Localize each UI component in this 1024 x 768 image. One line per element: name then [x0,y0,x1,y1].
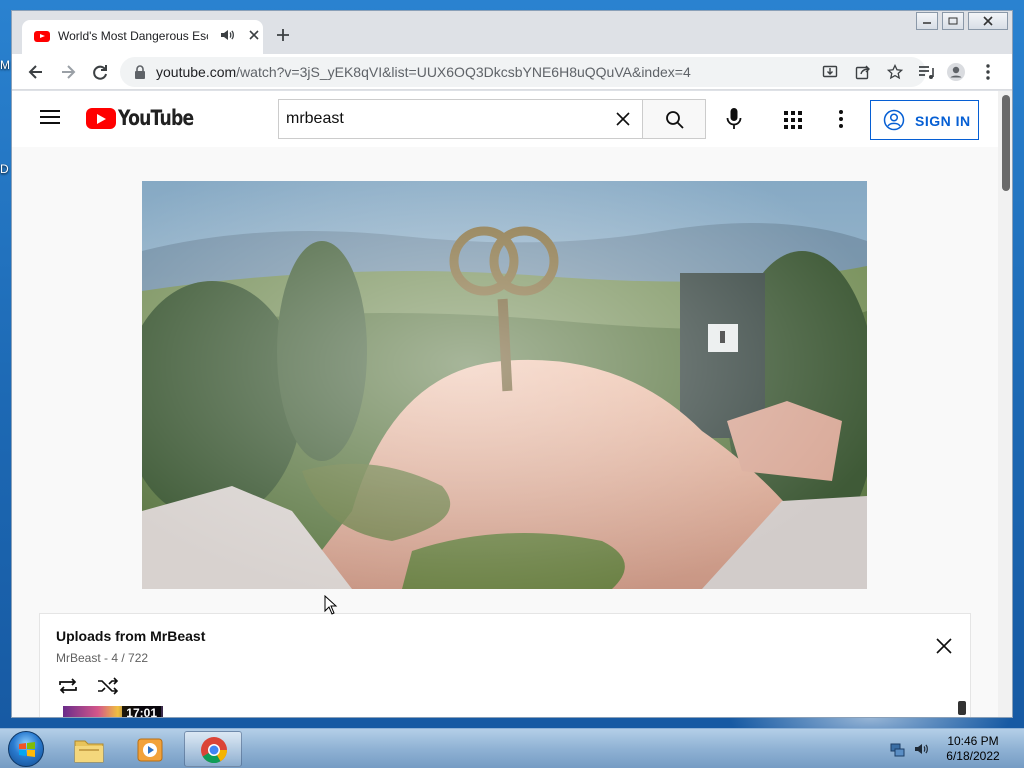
settings-kebab-icon[interactable] [838,109,844,129]
windows-logo-icon [19,742,35,757]
playlist-scrollbar[interactable] [958,701,966,715]
browser-tab[interactable]: World's Most Dangerous Esc [22,20,263,54]
search-icon [666,111,684,129]
desktop-icon-label[interactable]: D [0,162,9,176]
page-scrollbar-thumb[interactable] [1002,95,1010,191]
desktop-icon-label[interactable]: M [0,58,10,72]
taskbar-media-player-button[interactable] [121,731,179,767]
mouse-cursor-icon [324,595,338,615]
system-clock[interactable]: 10:46 PM 6/18/2022 [940,734,1006,764]
clock-date: 6/18/2022 [946,749,1000,763]
close-window-button[interactable] [968,12,1008,30]
star-icon[interactable] [887,64,903,80]
search-box [278,99,642,139]
clock-time: 10:46 PM [947,734,999,748]
install-icon[interactable] [822,64,838,80]
search-input[interactable] [279,100,599,138]
playlist-item-thumbnail[interactable]: 17:01 [63,706,163,717]
folder-icon [74,740,104,763]
taskbar-explorer-button[interactable] [60,731,118,767]
taskbar-chrome-button[interactable] [184,731,242,767]
share-icon[interactable] [855,64,871,80]
chrome-icon [201,737,228,764]
page-scrollbar[interactable] [998,91,1012,717]
taskbar: 10:46 PM 6/18/2022 [0,728,1024,768]
video-frame [142,181,867,589]
clear-search-icon[interactable] [615,111,631,127]
tab-strip: World's Most Dangerous Esc [12,11,1012,54]
close-icon [983,16,993,26]
new-tab-icon[interactable] [275,27,291,43]
microphone-icon[interactable] [724,107,744,131]
network-icon[interactable] [890,741,906,757]
address-bar[interactable]: youtube.com/watch?v=3jS_yEK8qVI&list=UUX… [120,57,926,87]
close-tab-icon[interactable] [247,28,261,42]
browser-toolbar: youtube.com/watch?v=3jS_yEK8qVI&list=UUX… [12,54,1012,90]
url-host: youtube.com [156,64,237,80]
youtube-logo-icon[interactable] [86,108,116,129]
start-button[interactable] [8,731,44,767]
menu-icon[interactable] [978,62,998,82]
youtube-wordmark[interactable]: YouTube [118,106,194,130]
address-url: youtube.com/watch?v=3jS_yEK8qVI&list=UUX… [156,64,691,80]
playlist-separator: - [100,651,112,665]
sign-in-button[interactable]: SIGN IN [870,100,979,140]
youtube-page: YouTube mrbeast SIGN IN Uploads from MrB… [12,91,998,717]
youtube-header: YouTube mrbeast SIGN IN [12,91,998,147]
shuffle-icon[interactable] [97,677,119,695]
youtube-favicon-icon [34,31,50,42]
speaker-icon[interactable] [219,27,235,43]
playlist-panel: Uploads from MrBeast MrBeast - 4 / 722 1… [39,613,971,717]
url-path: /watch?v=3jS_yEK8qVI&list=UUX6OQ3DkcsbYN… [236,64,691,80]
search-button[interactable] [642,99,706,139]
restore-icon [948,17,958,25]
video-duration: 17:01 [122,706,161,717]
playlist-position: 4 / 722 [111,651,149,665]
lock-icon[interactable] [134,65,146,79]
volume-icon[interactable] [914,741,930,757]
apps-grid-icon[interactable] [784,111,802,129]
minimize-button[interactable] [916,12,938,30]
playlist-subtitle: MrBeast - 4 / 722 [56,651,148,665]
media-player-icon [137,738,163,762]
playlist-title[interactable]: Uploads from MrBeast [56,628,205,644]
loop-icon[interactable] [57,677,79,695]
account-icon [883,109,905,131]
video-player[interactable] [142,181,867,589]
playlist-channel[interactable]: MrBeast [56,651,101,665]
back-icon[interactable] [26,62,46,82]
minimize-icon [923,22,931,24]
browser-window: World's Most Dangerous Esc youtube.com/w… [11,10,1013,718]
sign-in-label: SIGN IN [915,113,971,129]
reload-icon[interactable] [90,62,110,82]
hamburger-menu-icon[interactable] [40,109,60,125]
forward-icon[interactable] [58,62,78,82]
tab-title: World's Most Dangerous Esc [58,29,208,43]
close-playlist-icon[interactable] [936,638,952,654]
profile-icon[interactable] [946,62,966,82]
restore-button[interactable] [942,12,964,30]
media-icon[interactable] [916,62,936,82]
